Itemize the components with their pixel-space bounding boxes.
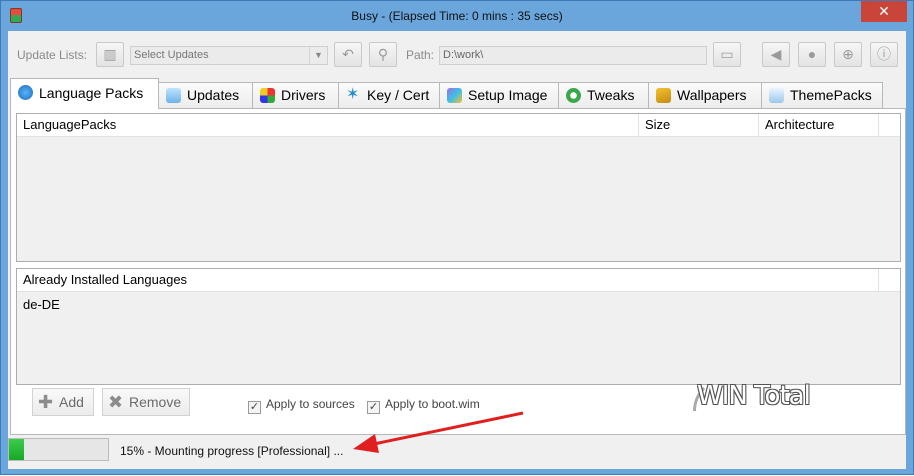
globe-icon: [18, 85, 33, 100]
tab-language-packs[interactable]: Language Packs: [10, 78, 159, 109]
annotation-arrow: [353, 411, 524, 453]
app-window: Busy - (Elapsed Time: 0 mins : 35 secs) …: [0, 0, 914, 475]
tab-label: Language Packs: [39, 85, 144, 101]
